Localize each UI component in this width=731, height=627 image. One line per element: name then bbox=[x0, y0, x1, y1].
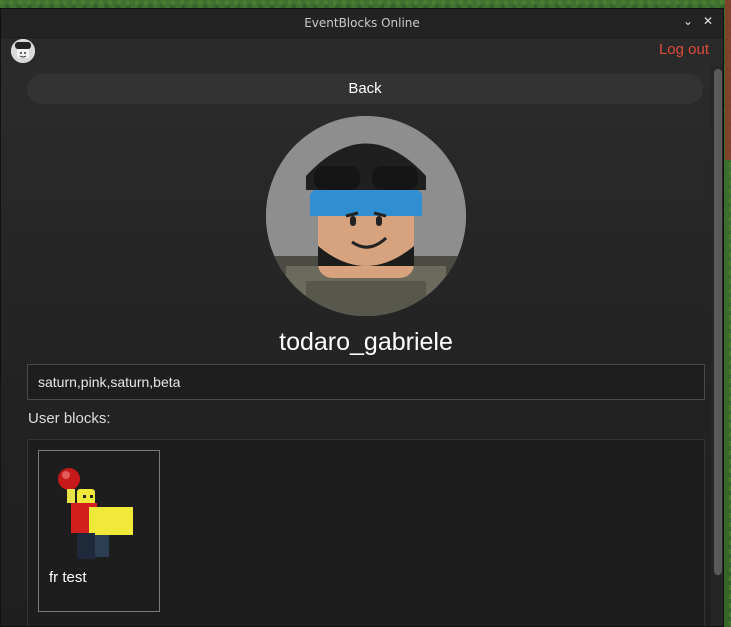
background-edge bbox=[725, 0, 731, 160]
app-window: EventBlocks Online ⌄ ✕ Log out Back toda… bbox=[0, 8, 724, 627]
user-blocks-label: User blocks: bbox=[28, 410, 111, 427]
scrollbar[interactable] bbox=[714, 69, 722, 575]
user-blocks-panel: fr test bbox=[27, 439, 705, 626]
top-row: Log out bbox=[1, 38, 723, 66]
user-avatar-icon[interactable] bbox=[11, 39, 35, 63]
logout-button[interactable]: Log out bbox=[659, 41, 709, 58]
profile-content: Back todaro_gabriele saturn,pink,saturn,… bbox=[1, 66, 711, 626]
block-card[interactable]: fr test bbox=[38, 450, 160, 612]
tags-field[interactable]: saturn,pink,saturn,beta bbox=[27, 364, 705, 400]
title-bar: EventBlocks Online ⌄ ✕ bbox=[1, 9, 723, 38]
window-title: EventBlocks Online bbox=[304, 16, 420, 30]
back-button[interactable]: Back bbox=[27, 74, 703, 104]
block-name: fr test bbox=[49, 569, 87, 586]
block-thumbnail bbox=[58, 468, 133, 559]
close-icon[interactable]: ✕ bbox=[703, 14, 713, 28]
username-heading: todaro_gabriele bbox=[279, 328, 453, 356]
profile-avatar-image bbox=[266, 116, 466, 316]
chevron-down-icon[interactable]: ⌄ bbox=[683, 14, 693, 28]
